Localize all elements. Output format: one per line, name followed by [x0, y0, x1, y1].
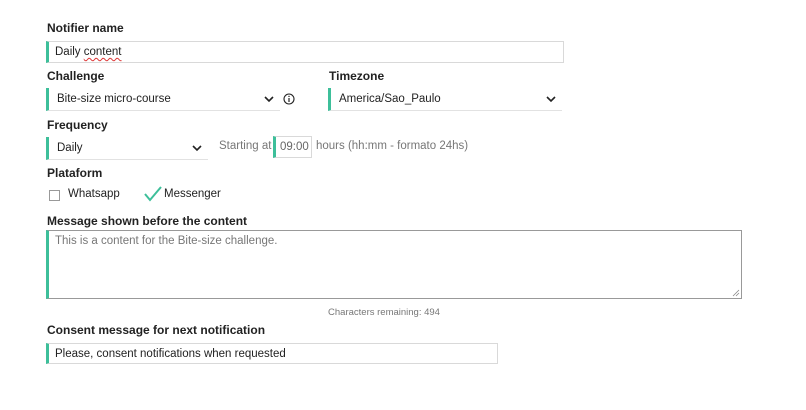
messenger-checkbox-checkmark-icon[interactable]: [144, 186, 162, 202]
challenge-selected-value: Bite-size micro-course: [57, 93, 171, 105]
notifier-name-input[interactable]: Daily content: [46, 41, 564, 63]
messenger-label: Messenger: [164, 188, 221, 200]
timezone-label: Timezone: [329, 69, 385, 83]
resize-grip-icon[interactable]: [732, 289, 740, 297]
frequency-selected-value: Daily: [57, 142, 83, 154]
start-time-value: 09:00: [280, 141, 309, 153]
message-label: Message shown before the content: [47, 214, 248, 228]
challenge-select[interactable]: Bite-size micro-course: [46, 88, 280, 111]
notifier-name-label: Notifier name: [47, 21, 124, 35]
start-time-input[interactable]: 09:00: [273, 136, 312, 158]
timezone-select[interactable]: America/Sao_Paulo: [328, 88, 562, 111]
chevron-down-icon: [546, 96, 556, 103]
platform-label: Plataform: [47, 166, 103, 180]
chevron-down-icon: [264, 96, 274, 103]
chevron-down-icon: [192, 145, 202, 152]
starting-at-text: Starting at: [219, 140, 272, 152]
message-textarea-value: This is a content for the Bite-size chal…: [55, 235, 278, 247]
challenge-label: Challenge: [47, 69, 105, 83]
hours-format-hint: hours (hh:mm - formato 24hs): [316, 140, 469, 152]
message-textarea[interactable]: This is a content for the Bite-size chal…: [46, 230, 742, 299]
notifier-name-value-word2: content: [83, 46, 122, 58]
frequency-select[interactable]: Daily: [46, 137, 208, 160]
characters-remaining: Characters remaining: 494: [328, 307, 440, 318]
notifier-name-value-word1: Daily: [55, 46, 81, 58]
whatsapp-label: Whatsapp: [68, 188, 120, 200]
whatsapp-checkbox[interactable]: [49, 190, 60, 201]
frequency-label: Frequency: [47, 118, 108, 132]
timezone-selected-value: America/Sao_Paulo: [339, 93, 441, 105]
consent-input-value: Please, consent notifications when reque…: [55, 347, 286, 360]
consent-input[interactable]: Please, consent notifications when reque…: [46, 343, 498, 364]
consent-label: Consent message for next notification: [47, 323, 266, 337]
info-icon[interactable]: [283, 93, 295, 105]
